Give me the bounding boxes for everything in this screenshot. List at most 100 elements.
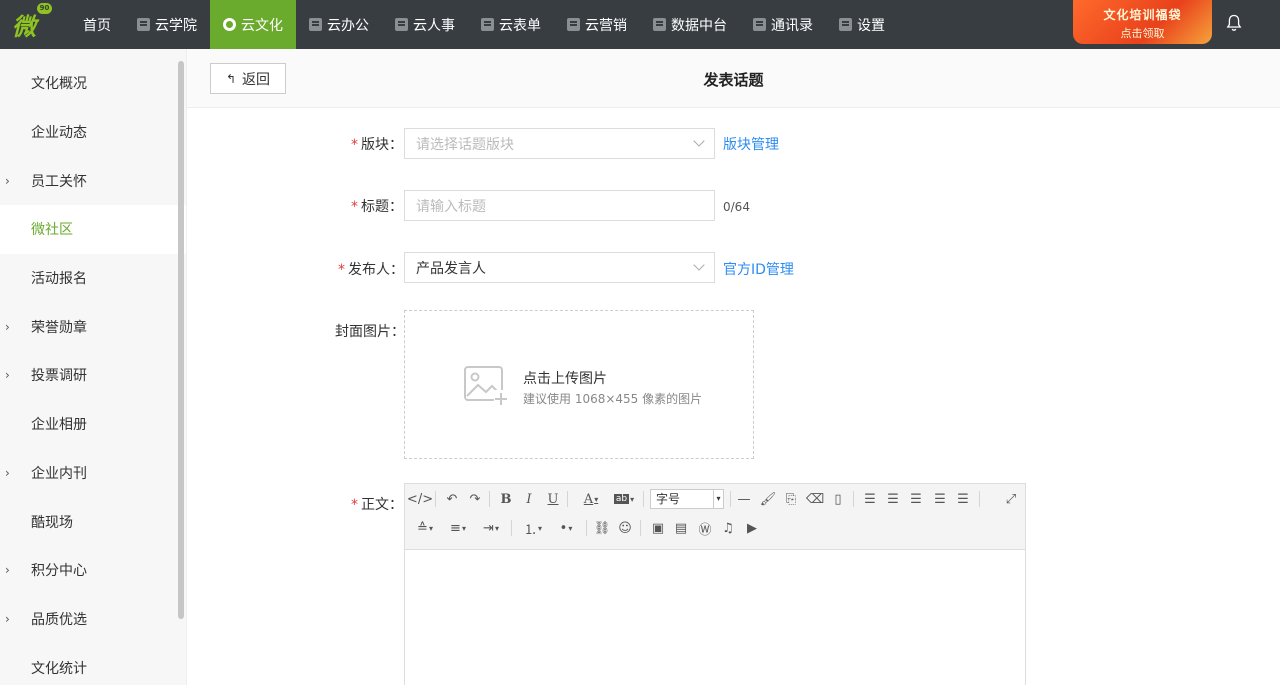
music-icon[interactable]: ♫ [719, 519, 737, 537]
chevron-down-icon [693, 259, 705, 271]
format-painter-icon[interactable]: 🖌 [759, 490, 777, 508]
contact-icon [753, 18, 766, 31]
title-char-counter: 0/64 [723, 200, 750, 214]
emoji-icon[interactable]: ☺ [616, 519, 634, 537]
nav-label: 云表单 [499, 17, 541, 34]
app-logo[interactable]: 微 90 [0, 0, 70, 49]
publisher-label: * 发布人： [338, 259, 404, 279]
required-mark: * [351, 199, 358, 215]
ordered-list-icon[interactable]: ⒈ ▾ [519, 519, 547, 538]
indent-icon[interactable]: ⇥ ▾ [477, 519, 505, 537]
sidebar-item-honor-medals[interactable]: › 荣誉勋章 [0, 302, 186, 351]
eraser-icon[interactable]: ⌫ [806, 490, 824, 508]
section-select[interactable]: 请选择话题版块 [404, 128, 715, 159]
sidebar-item-label: 企业动态 [31, 125, 87, 142]
promo-banner-title: 文化培训福袋 [1103, 8, 1182, 22]
publisher-label-text: 发布人 [348, 262, 390, 278]
upload-hint: 建议使用 1068×455 像素的图片 [523, 392, 703, 406]
blank-page-icon[interactable]: ▯ [829, 490, 847, 508]
sidebar-item-label: 积分中心 [31, 563, 87, 580]
image-upload-icon [464, 366, 508, 406]
cover-upload-area[interactable]: 点击上传图片 建议使用 1068×455 像素的图片 [404, 310, 754, 459]
logo-mark: 微 90 [12, 3, 52, 42]
underline-icon[interactable]: U [544, 490, 562, 508]
font-color-icon[interactable]: A ▾ [577, 490, 605, 508]
paragraph-spacing-top-icon[interactable]: ≙ ▾ [411, 519, 439, 537]
image-icon[interactable]: ▣ [649, 519, 667, 537]
editor-content-area[interactable] [405, 550, 1025, 685]
required-mark: * [351, 497, 358, 513]
cover-label: 封面图片： [335, 321, 405, 341]
nav-label: 云办公 [327, 17, 369, 34]
official-id-manage-link[interactable]: 官方ID管理 [723, 259, 794, 279]
logo-char: 微 [12, 12, 36, 41]
link-icon[interactable]: ⛓ [593, 519, 611, 537]
sidebar-item-points-center[interactable]: › 积分中心 [0, 546, 186, 595]
chevron-right-icon: › [5, 368, 10, 383]
nav-cloud-culture[interactable]: 云文化 [210, 0, 296, 49]
multi-image-icon[interactable]: ▤ [672, 519, 690, 537]
sidebar-item-culture-overview[interactable]: 文化概况 [0, 59, 186, 108]
nav-settings[interactable]: 设置 [826, 0, 898, 49]
align-left-icon[interactable]: ☰ [884, 490, 902, 508]
nav-label: 数据中台 [671, 17, 727, 34]
form-icon [481, 18, 494, 31]
nav-contacts[interactable]: 通讯录 [740, 0, 826, 49]
sidebar-item-company-news[interactable]: 企业动态 [0, 108, 186, 157]
bell-icon[interactable] [1226, 14, 1242, 32]
nav-cloud-academy[interactable]: 云学院 [124, 0, 210, 49]
unordered-list-icon[interactable]: • ▾ [552, 519, 580, 537]
sidebar-item-label: 酷现场 [31, 514, 73, 531]
label-colon: ： [389, 137, 403, 153]
sidebar-item-employee-care[interactable]: › 员工关怀 [0, 156, 186, 205]
sidebar-item-company-album[interactable]: 企业相册 [0, 400, 186, 449]
back-button[interactable]: ↰ 返回 [210, 63, 286, 94]
sidebar-item-event-signup[interactable]: 活动报名 [0, 254, 186, 303]
insert-file-icon[interactable]: ⎘ [782, 490, 800, 508]
italic-icon[interactable]: I [520, 490, 538, 508]
horizontal-rule-icon[interactable]: — [735, 490, 753, 508]
sidebar-item-quality-picks[interactable]: › 品质优选 [0, 595, 186, 644]
sidebar-item-culture-stats[interactable]: 文化统计 [0, 643, 186, 685]
highlight-color-icon[interactable]: ab ▾ [610, 490, 638, 508]
nav-data-center[interactable]: 数据中台 [640, 0, 740, 49]
bold-icon[interactable]: B [497, 490, 515, 508]
body-label-text: 正文 [361, 497, 389, 513]
nav-cloud-hr[interactable]: 云人事 [382, 0, 468, 49]
sidebar-item-micro-community[interactable]: 微社区 [0, 205, 186, 254]
nav-cloud-office[interactable]: 云办公 [296, 0, 382, 49]
fullscreen-icon[interactable]: ⤢ [1002, 490, 1020, 508]
cube-icon [653, 18, 666, 31]
paragraph-spacing-bottom-icon[interactable]: ≡ ▾ [444, 519, 472, 537]
main-content: 发表话题 ↰ 返回 * 版块： 请选择话题版块 版块管理 * 标题： 请输入标题 0/… [187, 49, 1280, 685]
section-manage-link[interactable]: 版块管理 [723, 134, 779, 154]
video-icon[interactable]: ▶ [743, 519, 761, 537]
sidebar-scrollbar[interactable] [178, 61, 184, 619]
font-size-select[interactable]: 字号 ▾ [650, 489, 724, 509]
undo-icon[interactable]: ↶ [443, 490, 461, 508]
source-code-icon[interactable]: </> [407, 490, 433, 508]
nav-cloud-form[interactable]: 云表单 [468, 0, 554, 49]
id-card-icon [395, 18, 408, 31]
nav-cloud-marketing[interactable]: 云营销 [554, 0, 640, 49]
line-height-icon[interactable]: ☰ [861, 490, 879, 508]
nav-label: 设置 [857, 17, 885, 34]
publisher-select[interactable]: 产品发言人 [404, 252, 715, 283]
sidebar: 文化概况 企业动态 › 员工关怀 微社区 活动报名 › 荣誉勋章 › 投票调研 企业相… [0, 49, 187, 685]
align-center-icon[interactable]: ☰ [907, 490, 925, 508]
sidebar-item-live-scene[interactable]: 酷现场 [0, 497, 186, 546]
nav-home[interactable]: 首页 [70, 0, 124, 49]
briefcase-icon [309, 18, 322, 31]
sidebar-item-vote-survey[interactable]: › 投票调研 [0, 351, 186, 400]
chevron-right-icon: › [5, 319, 10, 334]
nav-label: 云营销 [585, 17, 627, 34]
sidebar-item-internal-journal[interactable]: › 企业内刊 [0, 449, 186, 498]
redo-icon[interactable]: ↷ [466, 490, 484, 508]
title-input[interactable]: 请输入标题 [404, 190, 715, 221]
label-colon: ： [391, 324, 405, 340]
align-justify-icon[interactable]: ☰ [954, 490, 972, 508]
word-import-icon[interactable]: Ⓦ [696, 519, 714, 538]
chevron-right-icon: › [5, 173, 10, 188]
align-right-icon[interactable]: ☰ [931, 490, 949, 508]
promo-banner[interactable]: 文化培训福袋 点击领取 [1073, 0, 1212, 44]
